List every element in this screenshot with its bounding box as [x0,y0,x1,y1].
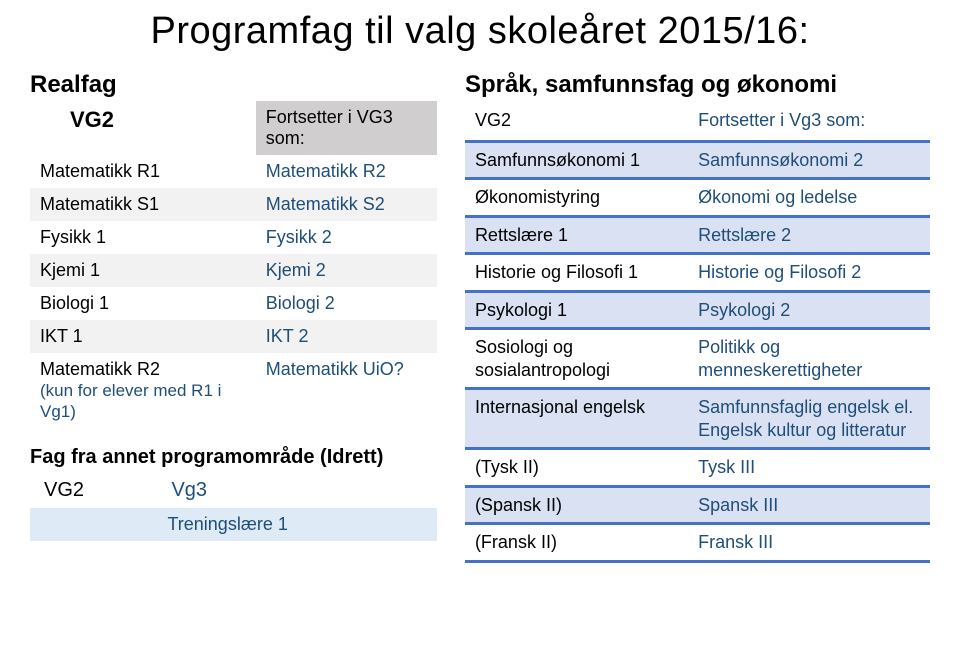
cell: Internasjonal engelsk [465,389,688,449]
table-header-row: VG2 Vg3 [30,473,437,508]
table-header-row: VG2 Fortsetter i Vg3 som: [465,101,930,141]
table-row: Historie og Filosofi 1 Historie og Filos… [465,254,930,292]
page-title: Programfag til valg skoleåret 2015/16: [30,10,930,53]
cell: Samfunnsøkonomi 1 [465,141,688,179]
table-row: Matematikk R1 Matematikk R2 [30,155,437,188]
realfag-col1-header: VG2 [30,101,256,155]
cell: Biologi 2 [256,287,437,320]
cell: Fransk III [688,524,930,562]
table-row: Kjemi 1 Kjemi 2 [30,254,437,287]
cell: Politikk og menneskerettigheter [688,329,930,389]
table-row: Rettslære 1 Rettslære 2 [465,216,930,254]
cell: Matematikk S2 [256,188,437,221]
right-column: Språk, samfunnsfag og økonomi VG2 Fortse… [465,71,930,563]
cell: Tysk III [688,449,930,487]
cell: Psykologi 2 [688,291,930,329]
cell [30,508,157,541]
columns: Realfag VG2 Fortsetter i VG3 som: Matema… [30,71,930,563]
table-row: Biologi 1 Biologi 2 [30,287,437,320]
table-header-row: VG2 Fortsetter i VG3 som: [30,101,437,155]
table-row: (Tysk II) Tysk III [465,449,930,487]
cell: (Fransk II) [465,524,688,562]
cell: IKT 1 [30,320,256,353]
cell: Kjemi 1 [30,254,256,287]
cell: Biologi 1 [30,287,256,320]
table-row: Psykologi 1 Psykologi 2 [465,291,930,329]
cell: Rettslære 2 [688,216,930,254]
realfag-table: VG2 Fortsetter i VG3 som: Matematikk R1 … [30,101,437,428]
table-row: Økonomistyring Økonomi og ledelse [465,179,930,217]
cell: Matematikk S1 [30,188,256,221]
cell: Matematikk R1 [30,155,256,188]
cell: Økonomi og ledelse [688,179,930,217]
cell-note: (kun for elever med R1 i Vg1) [40,381,221,421]
table-row: Samfunnsøkonomi 1 Samfunnsøkonomi 2 [465,141,930,179]
idrett-heading: Fag fra annet programområde (Idrett) [30,446,437,469]
table-row: Fysikk 1 Fysikk 2 [30,221,437,254]
cell: Fysikk 1 [30,221,256,254]
realfag-heading: Realfag [30,71,437,99]
cell: Treningslære 1 [157,508,436,541]
table-row: (Fransk II) Fransk III [465,524,930,562]
sprak-heading: Språk, samfunnsfag og økonomi [465,71,930,99]
cell: Rettslære 1 [465,216,688,254]
cell: Psykologi 1 [465,291,688,329]
cell: Kjemi 2 [256,254,437,287]
sprak-table: VG2 Fortsetter i Vg3 som: Samfunnsøkonom… [465,101,930,563]
cell: Historie og Filosofi 2 [688,254,930,292]
cell: Matematikk UiO? [256,353,437,428]
cell: Fysikk 2 [256,221,437,254]
cell: Samfunnsøkonomi 2 [688,141,930,179]
cell: Samfunnsfaglig engelsk el. Engelsk kultu… [688,389,930,449]
cell: (Spansk II) [465,486,688,524]
table-row: IKT 1 IKT 2 [30,320,437,353]
idrett-col2-header: Vg3 [157,473,436,508]
cell: Sosiologi og sosialantropologi [465,329,688,389]
cell: Spansk III [688,486,930,524]
table-row: Internasjonal engelsk Samfunnsfaglig eng… [465,389,930,449]
cell: Økonomistyring [465,179,688,217]
table-row: Matematikk R2 (kun for elever med R1 i V… [30,353,437,428]
table-row: (Spansk II) Spansk III [465,486,930,524]
sprak-col2-header: Fortsetter i Vg3 som: [688,101,930,141]
realfag-col2-header: Fortsetter i VG3 som: [256,101,437,155]
table-row: Matematikk S1 Matematikk S2 [30,188,437,221]
cell-main: Matematikk R2 [40,359,160,379]
cell: IKT 2 [256,320,437,353]
table-row: Sosiologi og sosialantropologi Politikk … [465,329,930,389]
cell: (Tysk II) [465,449,688,487]
idrett-col1-header: VG2 [30,473,157,508]
table-row: Treningslære 1 [30,508,437,541]
cell: Matematikk R2 (kun for elever med R1 i V… [30,353,256,428]
idrett-table: VG2 Vg3 Treningslære 1 [30,473,437,541]
cell: Matematikk R2 [256,155,437,188]
left-column: Realfag VG2 Fortsetter i VG3 som: Matema… [30,71,437,563]
cell: Historie og Filosofi 1 [465,254,688,292]
sprak-col1-header: VG2 [465,101,688,141]
